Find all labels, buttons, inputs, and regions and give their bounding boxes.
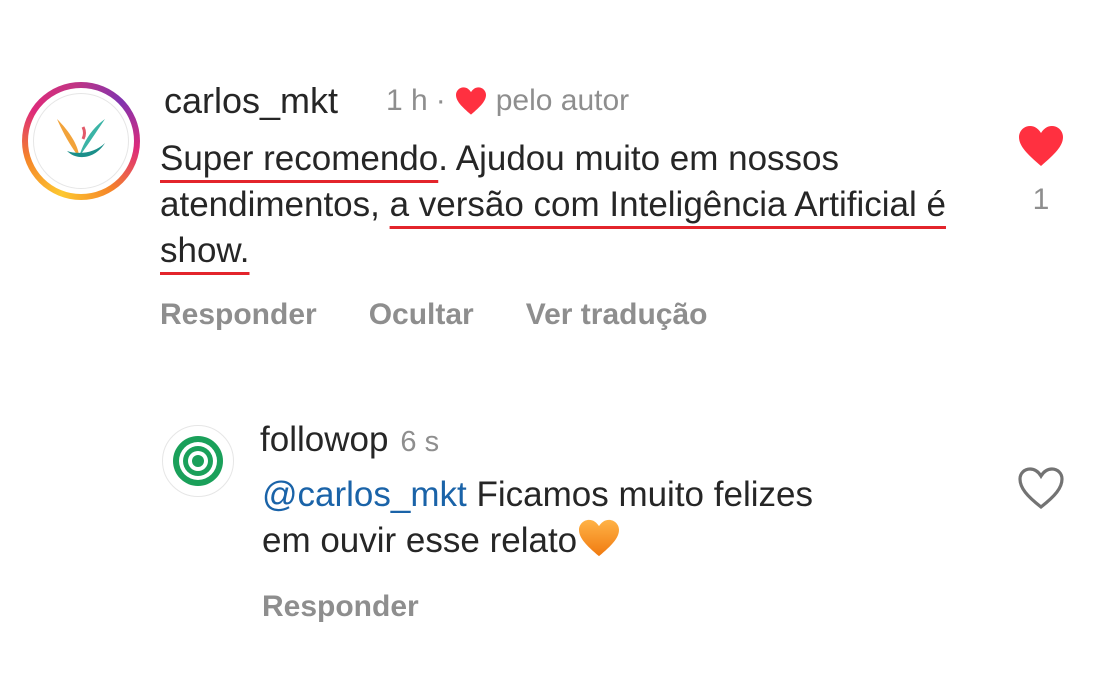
liked-by-author-heart-icon [455, 87, 486, 115]
see-translation-button[interactable]: Ver tradução [526, 298, 708, 332]
reply-actions: Responder [262, 590, 471, 624]
commenter-avatar[interactable] [22, 82, 140, 200]
reply-avatar[interactable] [162, 425, 234, 497]
comment-text: Super recomendo. Ajudou muito em nossos … [160, 136, 970, 274]
like-count[interactable]: 1 [1016, 183, 1066, 217]
avatar-ring-gap [28, 88, 134, 194]
like-heart-filled-icon[interactable] [1017, 124, 1065, 168]
comment-meta: 1 h · pelo autor [386, 84, 629, 118]
like-heart-outline-icon[interactable] [1017, 466, 1065, 510]
commenter-logo [33, 93, 129, 189]
reply-button[interactable]: Responder [160, 298, 317, 332]
comment-text-highlight-1: Super recomendo [160, 139, 439, 178]
reply-text: @carlos_mkt Ficamos muito felizes em ouv… [262, 472, 822, 564]
reply-mention-link[interactable]: @carlos_mkt [262, 475, 467, 514]
meta-separator: · [435, 84, 446, 117]
hide-button[interactable]: Ocultar [369, 298, 474, 332]
comment-time: 1 h [386, 84, 428, 117]
comment-like-column: 1 [1016, 124, 1066, 217]
v-logo-icon [57, 119, 105, 158]
reply-header: followop 6 s [260, 420, 439, 460]
liked-by-author-label: pelo autor [495, 84, 630, 117]
comment-actions: Responder Ocultar Ver tradução [160, 298, 759, 332]
followop-logo-icon [173, 436, 223, 486]
reply-username[interactable]: followop [260, 420, 388, 460]
commenter-username[interactable]: carlos_mkt [164, 80, 338, 122]
reply-time: 6 s [400, 426, 440, 458]
orange-heart-icon [579, 519, 620, 557]
reply-like-column [1016, 466, 1066, 515]
reply-to-reply-button[interactable]: Responder [262, 590, 419, 624]
